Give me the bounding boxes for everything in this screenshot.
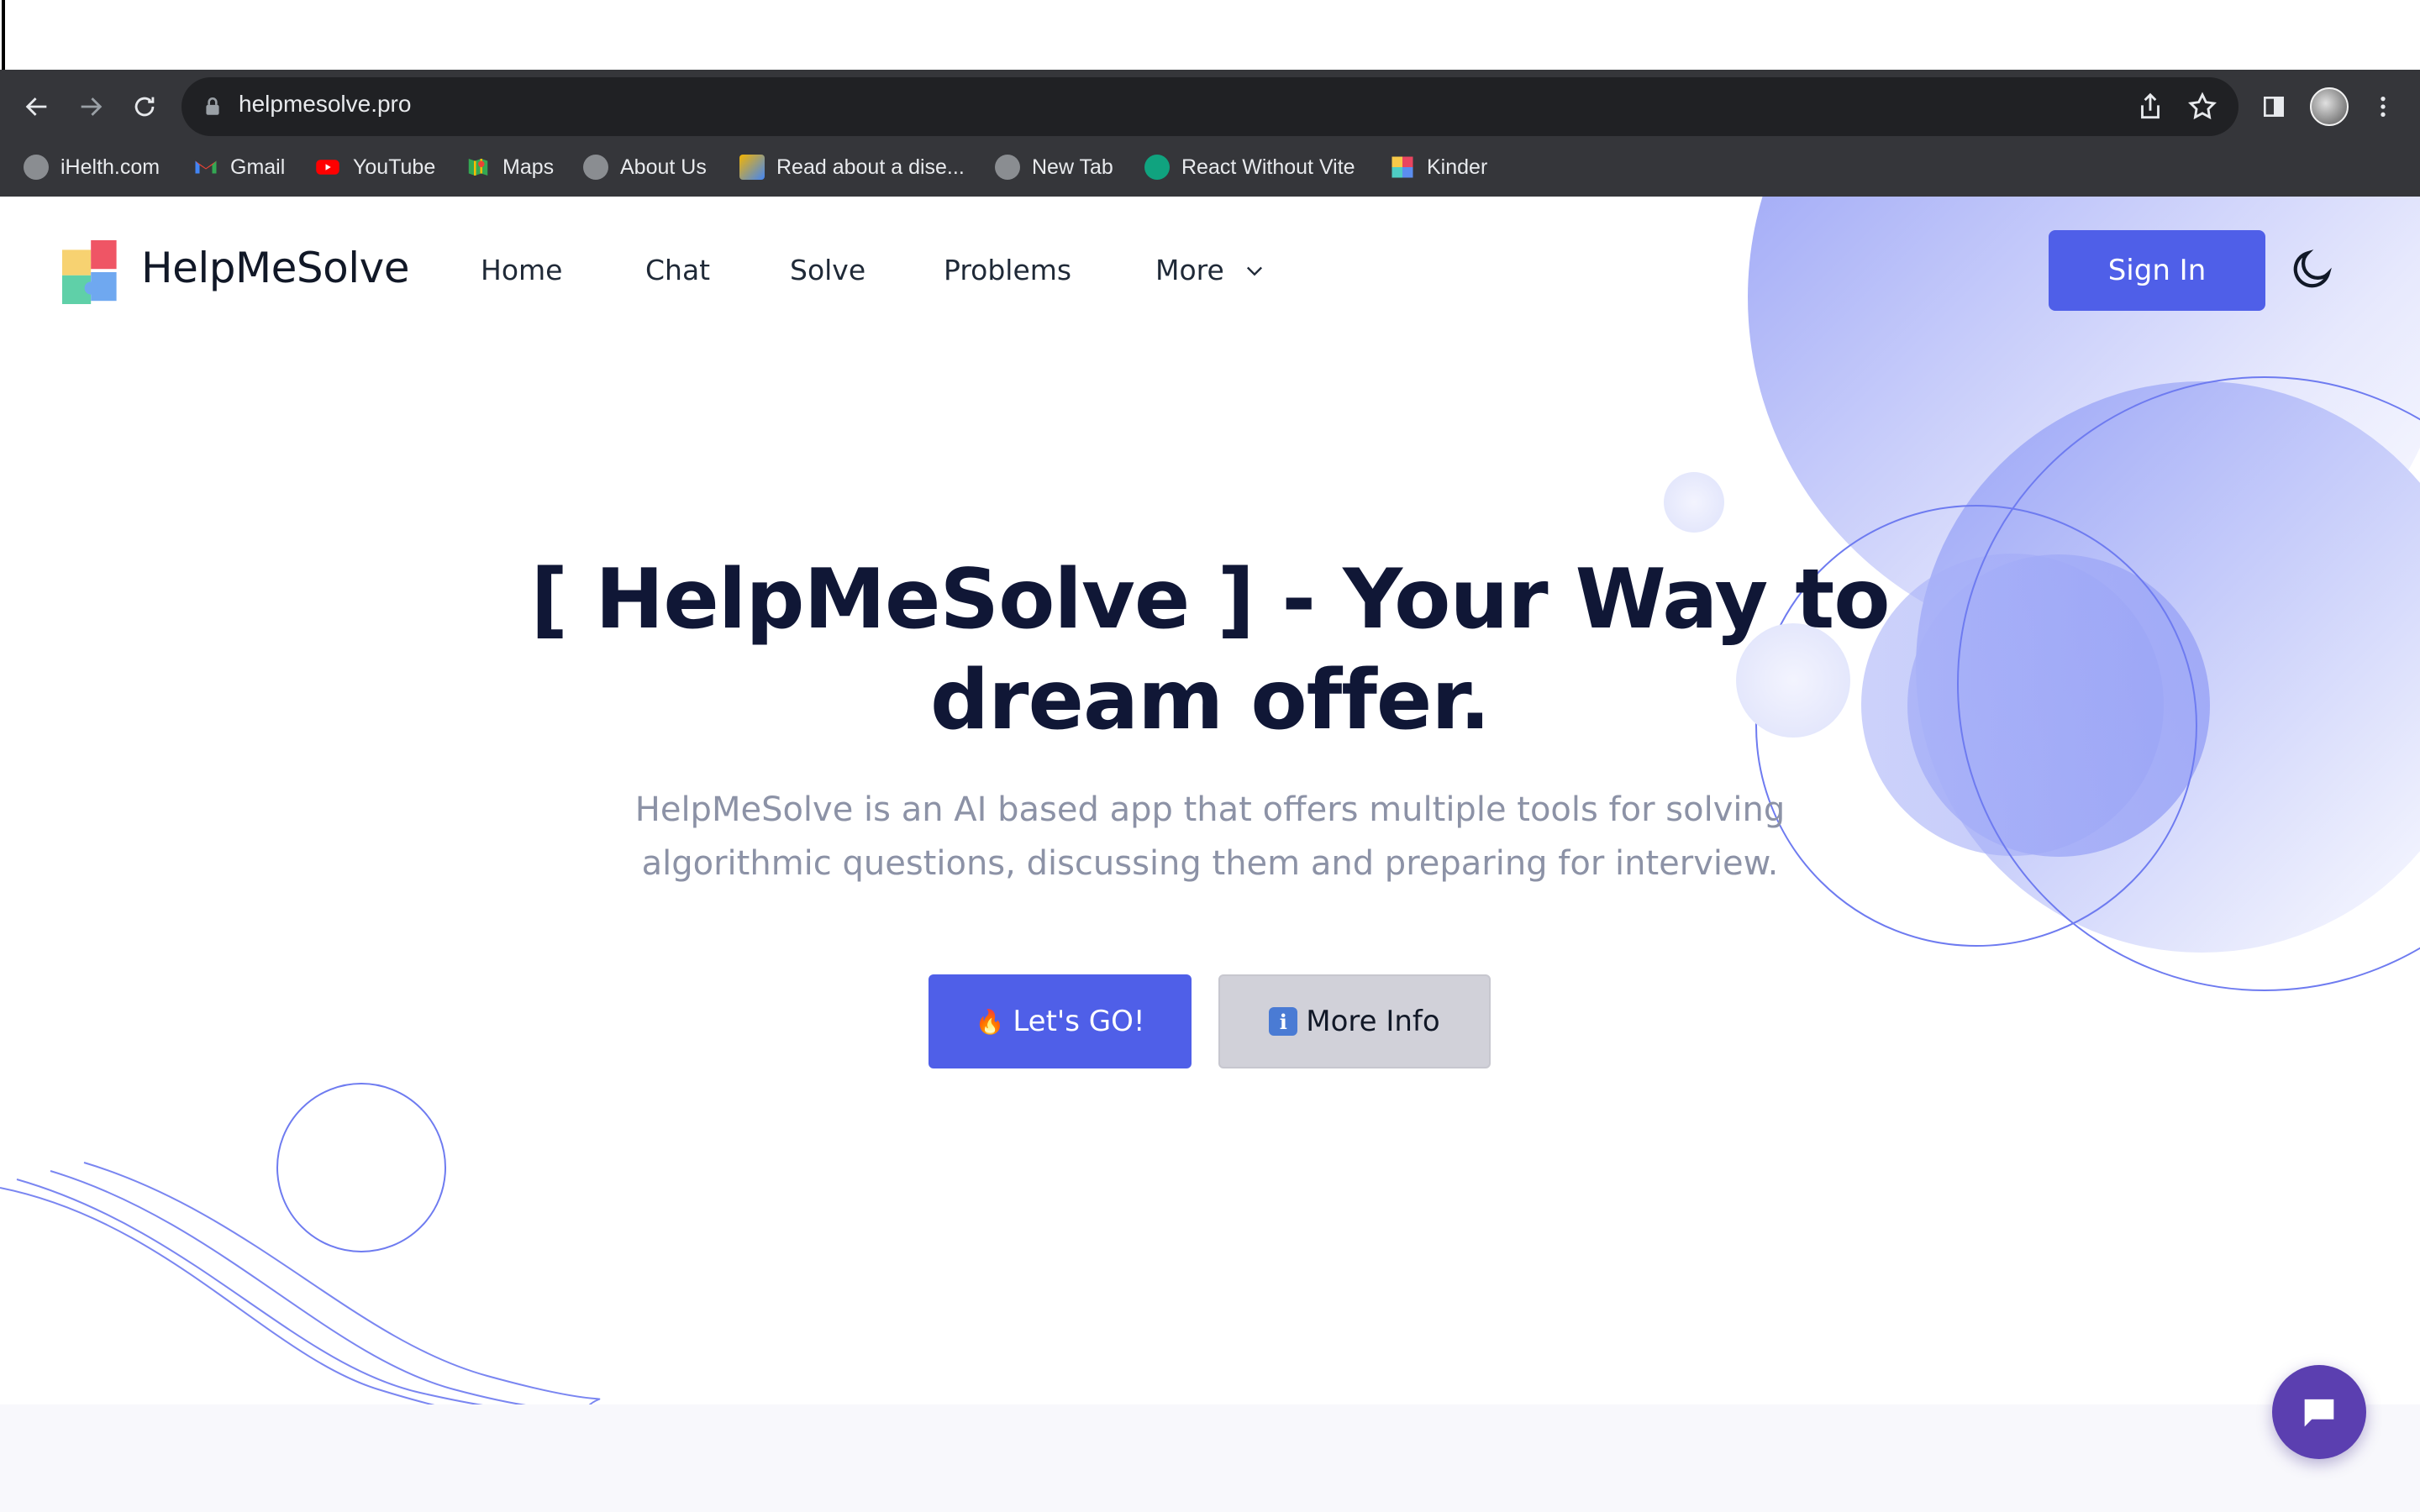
youtube-icon bbox=[316, 160, 339, 175]
nav-solve[interactable]: Solve bbox=[790, 254, 865, 286]
arrow-right-icon bbox=[81, 97, 103, 116]
side-panel-icon bbox=[2264, 97, 2284, 117]
more-info-button[interactable]: i More Info bbox=[1218, 974, 1491, 1068]
menu-button[interactable] bbox=[2363, 87, 2403, 127]
hero-title: [ HelpMeSolve ] - Your Way to dream offe… bbox=[454, 549, 1966, 751]
bookmark-label: Maps bbox=[502, 155, 555, 179]
bookmark-label: New Tab bbox=[1032, 155, 1113, 179]
avatar bbox=[2310, 87, 2349, 126]
bookmark-react-without-vite[interactable]: React Without Vite bbox=[1144, 147, 1355, 187]
bookmark-favicon-icon bbox=[739, 155, 765, 180]
hero-subtitle: HelpMeSolve is an AI based app that offe… bbox=[538, 783, 1882, 890]
bookmark-kinder[interactable]: Kinder bbox=[1390, 147, 1487, 187]
puzzle-logo-icon[interactable] bbox=[62, 240, 126, 304]
lock-icon bbox=[206, 97, 219, 115]
hero-subtitle-line2: algorithmic questions, discussing them a… bbox=[641, 844, 1779, 883]
chevron-down-icon bbox=[1246, 266, 1262, 276]
hero-title-line1: [ HelpMeSolve ] - Your Way to bbox=[530, 552, 1890, 648]
bookmark-youtube[interactable]: YouTube bbox=[314, 147, 435, 187]
bookmarks-bar: iHelth.com Gmail YouTube Maps About Us R… bbox=[0, 147, 2420, 187]
openai-icon bbox=[1144, 155, 1170, 180]
reload-icon bbox=[134, 97, 155, 117]
side-panel-button[interactable] bbox=[2254, 87, 2294, 127]
arrow-left-icon bbox=[25, 97, 47, 116]
star-icon[interactable] bbox=[2186, 91, 2218, 123]
back-button[interactable] bbox=[17, 87, 57, 127]
globe-icon bbox=[24, 155, 49, 180]
info-icon: i bbox=[1269, 1007, 1298, 1036]
bookmark-maps[interactable]: Maps bbox=[466, 147, 554, 187]
bookmark-new-tab[interactable]: New Tab bbox=[995, 147, 1113, 187]
address-bar[interactable]: helpmesolve.pro bbox=[182, 77, 2238, 136]
reload-button[interactable] bbox=[124, 87, 165, 127]
chat-widget-button[interactable] bbox=[2272, 1365, 2366, 1459]
bookmark-label: Gmail bbox=[230, 155, 286, 179]
nav-problems[interactable]: Problems bbox=[944, 254, 1071, 286]
share-icon[interactable] bbox=[2134, 91, 2166, 123]
lets-go-label: Let's GO! bbox=[1013, 1005, 1145, 1038]
kebab-menu-icon bbox=[2381, 97, 2386, 117]
more-info-label: More Info bbox=[1306, 1005, 1440, 1038]
bookmark-read-about[interactable]: Read about a dise... bbox=[739, 147, 965, 187]
fire-icon: 🔥 bbox=[975, 1007, 1005, 1036]
nav-more-label: More bbox=[1155, 254, 1224, 286]
url-text: helpmesolve.pro bbox=[239, 91, 412, 117]
bookmark-label: Kinder bbox=[1427, 155, 1488, 179]
profile-button[interactable] bbox=[2309, 87, 2349, 127]
nav-chat[interactable]: Chat bbox=[645, 254, 710, 286]
bookmark-ihelth[interactable]: iHelth.com bbox=[24, 147, 160, 187]
bookmark-label: About Us bbox=[620, 155, 707, 179]
hero-title-line2: dream offer. bbox=[930, 653, 1491, 748]
maps-icon bbox=[468, 159, 488, 176]
hero-subtitle-line1: HelpMeSolve is an AI based app that offe… bbox=[634, 790, 1786, 829]
web-page: HelpMeSolve Home Chat Solve Problems Mor… bbox=[0, 197, 2420, 1512]
forward-button[interactable] bbox=[71, 87, 111, 127]
browser-chrome: helpmesolve.pro iHelth.com Gmail YouTube… bbox=[0, 70, 2420, 197]
bookmark-about-us[interactable]: About Us bbox=[583, 147, 707, 187]
bookmark-label: React Without Vite bbox=[1181, 155, 1355, 179]
gmail-icon bbox=[195, 160, 217, 174]
bookmark-label: iHelth.com bbox=[60, 155, 160, 179]
lets-go-button[interactable]: 🔥 Let's GO! bbox=[929, 974, 1192, 1068]
puzzle-favicon-icon bbox=[1392, 156, 1413, 178]
nav-more[interactable]: More bbox=[1155, 254, 1266, 286]
text-caret bbox=[2, 0, 5, 70]
globe-icon bbox=[995, 155, 1020, 180]
bookmark-gmail[interactable]: Gmail bbox=[193, 147, 285, 187]
bookmark-label: Read about a dise... bbox=[776, 155, 965, 179]
bookmark-label: YouTube bbox=[353, 155, 436, 179]
globe-icon bbox=[583, 155, 608, 180]
footer-band bbox=[0, 1404, 2420, 1512]
chat-bubble-icon bbox=[2304, 1399, 2334, 1427]
sign-in-button[interactable]: Sign In bbox=[2049, 230, 2265, 311]
moon-icon[interactable] bbox=[2289, 245, 2336, 292]
top-strip bbox=[0, 0, 2420, 70]
nav-home[interactable]: Home bbox=[481, 254, 562, 286]
brand-name[interactable]: HelpMeSolve bbox=[141, 244, 409, 292]
